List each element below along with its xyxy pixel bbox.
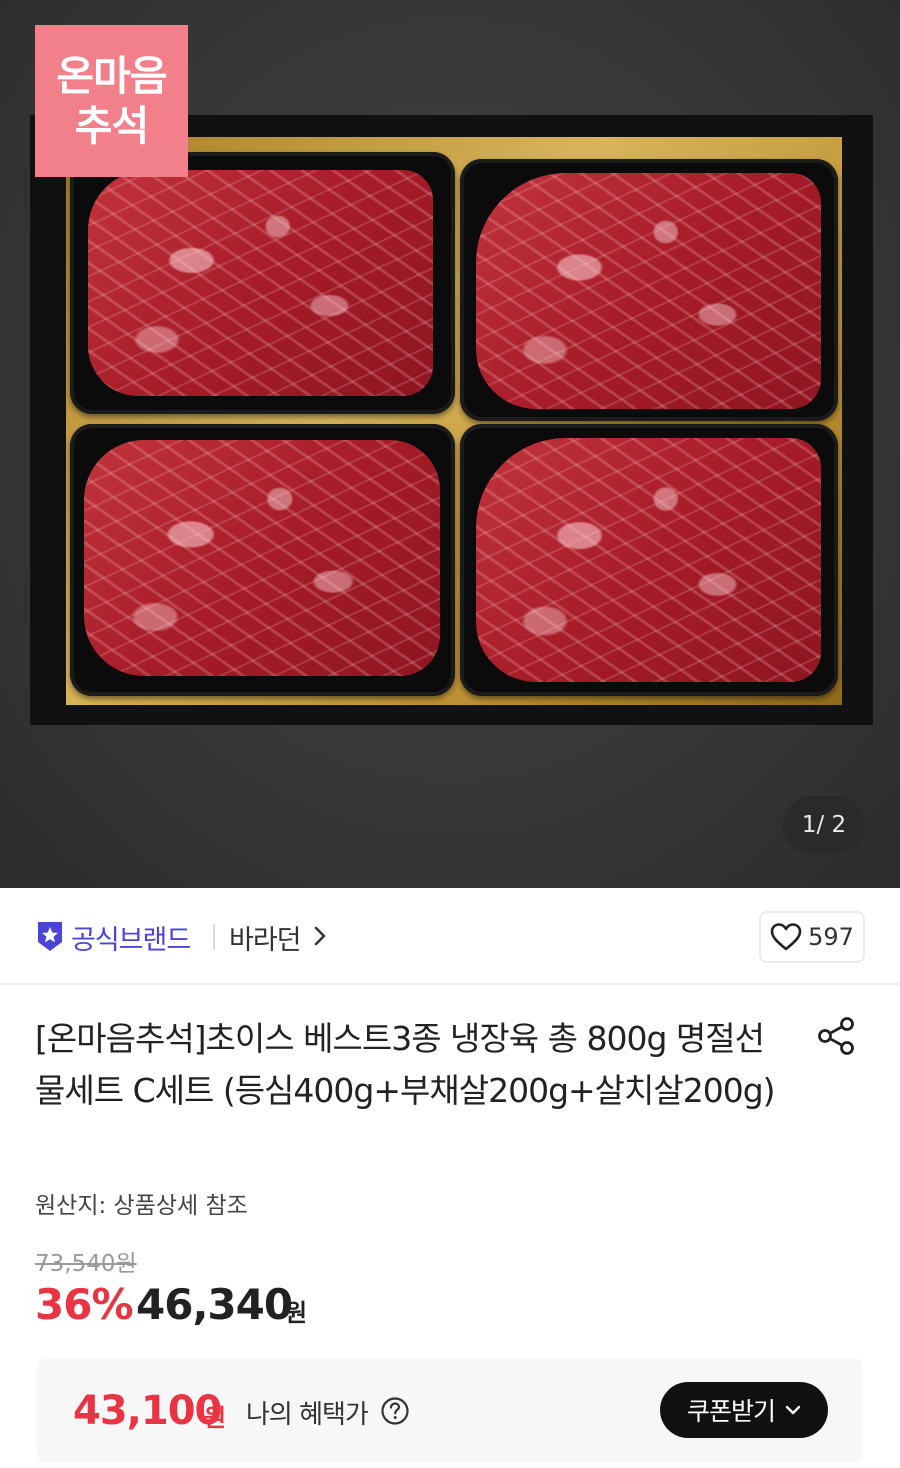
get-coupon-button[interactable]: 쿠폰받기: [660, 1382, 828, 1438]
meat-cut: [84, 440, 440, 676]
image-counter: 1/ 2: [783, 796, 865, 854]
share-icon[interactable]: [816, 1016, 858, 1056]
benefit-price: 43,100: [73, 1388, 222, 1434]
like-count: 597: [808, 923, 854, 951]
like-button[interactable]: 597: [759, 911, 865, 963]
origin-info: 원산지: 상품상세 참조: [35, 1193, 248, 1219]
event-badge: 온마음 추석: [35, 25, 188, 177]
question-circle-icon[interactable]: [380, 1396, 410, 1426]
gift-box-gold-liner: [66, 137, 842, 705]
badge-line-2: 추석: [74, 102, 149, 150]
benefit-price-box: 43,100 원 나의 혜택가 쿠폰받기: [37, 1358, 863, 1463]
meat-tray-ribeye: [70, 152, 455, 414]
benefit-price-unit: 원: [204, 1404, 227, 1432]
product-image[interactable]: 온마음 추석 1/ 2: [0, 0, 900, 888]
meat-cut: [476, 173, 821, 409]
meat-cut: [476, 438, 821, 682]
badge-line-1: 온마음: [56, 52, 167, 100]
discount-rate: 36%: [35, 1280, 134, 1329]
benefit-label: 나의 혜택가: [246, 1400, 369, 1430]
meat-tray-flat-iron: [70, 424, 455, 696]
official-brand-label: 공식브랜드: [71, 925, 191, 956]
brand-name-link[interactable]: 바라던: [229, 918, 302, 957]
chevron-right-icon[interactable]: [313, 925, 327, 947]
divider: [213, 924, 215, 950]
product-title: [온마음추석]초이스 베스트3종 냉장육 총 800g 명절선물세트 C세트 (…: [35, 1019, 776, 1110]
meat-cut: [88, 170, 433, 396]
official-badge-icon: [38, 922, 62, 951]
coupon-button-label: 쿠폰받기: [686, 1397, 776, 1426]
meat-tray-chuck-flap: [460, 424, 838, 696]
sale-price: 46,340: [136, 1280, 293, 1329]
sale-price-unit: 원: [285, 1299, 308, 1327]
chevron-down-icon: [785, 1405, 801, 1415]
original-price: 73,540원: [35, 1251, 137, 1277]
meat-tray-chuck: [460, 159, 838, 421]
gift-box: [30, 115, 873, 725]
heart-icon: [770, 923, 802, 951]
